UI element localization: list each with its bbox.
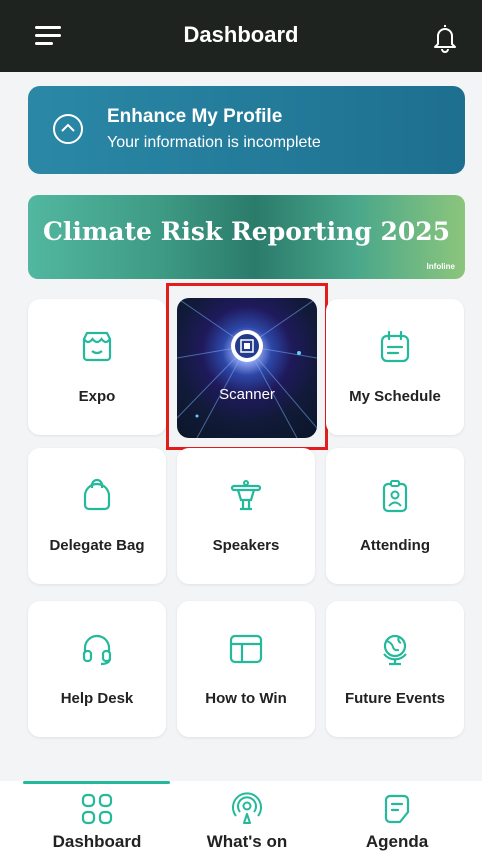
- tab-dashboard[interactable]: Dashboard: [17, 781, 177, 865]
- tab-label: What's on: [206, 832, 288, 851]
- tile-label: My Schedule: [349, 388, 441, 405]
- tab-label: Agenda: [365, 832, 429, 851]
- tab-whats-on[interactable]: What's on: [167, 781, 327, 865]
- bag-icon: [83, 478, 111, 511]
- bell-icon[interactable]: [430, 22, 460, 54]
- tab-agenda[interactable]: Agenda: [317, 781, 477, 865]
- tile-delegate-bag[interactable]: Delegate Bag: [28, 448, 166, 584]
- layout-icon: [229, 634, 263, 664]
- profile-subtitle: Your information is incomplete: [107, 134, 321, 151]
- tile-expo[interactable]: Expo: [28, 299, 166, 435]
- event-banner[interactable]: Climate Risk Reporting 2025 Infoline: [28, 195, 465, 279]
- chevron-up-icon: [53, 114, 83, 144]
- store-icon: [82, 331, 112, 362]
- tile-label: Delegate Bag: [49, 537, 145, 554]
- banner-title: Climate Risk Reporting 2025: [42, 217, 451, 246]
- tile-how-to-win[interactable]: How to Win: [177, 601, 315, 737]
- podium-icon: [230, 480, 262, 511]
- app-header: Dashboard: [0, 0, 482, 72]
- tile-label: Help Desk: [60, 690, 134, 707]
- enhance-profile-card[interactable]: Enhance My Profile Your information is i…: [28, 86, 465, 174]
- tab-label: Dashboard: [52, 832, 142, 851]
- calendar-icon: [380, 330, 410, 363]
- headset-icon: [82, 634, 112, 666]
- bottom-tab-bar: Dashboard What's on Agenda: [0, 781, 482, 865]
- tile-label: Speakers: [212, 537, 280, 554]
- tile-my-schedule[interactable]: My Schedule: [326, 299, 464, 435]
- profile-title: Enhance My Profile: [107, 106, 283, 127]
- tile-label: Future Events: [344, 690, 446, 707]
- selection-highlight: [166, 283, 328, 450]
- globe-icon: [383, 634, 407, 666]
- tile-label: Attending: [360, 537, 430, 554]
- tile-label: How to Win: [205, 690, 287, 707]
- tile-attending[interactable]: Attending: [326, 448, 464, 584]
- page-title: Dashboard: [183, 22, 299, 47]
- banner-brand: Infoline: [426, 262, 455, 271]
- tile-speakers[interactable]: Speakers: [177, 448, 315, 584]
- grid-icon: [81, 793, 113, 825]
- tile-future-events[interactable]: Future Events: [326, 601, 464, 737]
- tile-label: Expo: [78, 388, 116, 405]
- tile-help-desk[interactable]: Help Desk: [28, 601, 166, 737]
- badge-icon: [382, 480, 408, 513]
- broadcast-icon: [232, 792, 262, 824]
- note-icon: [384, 794, 410, 824]
